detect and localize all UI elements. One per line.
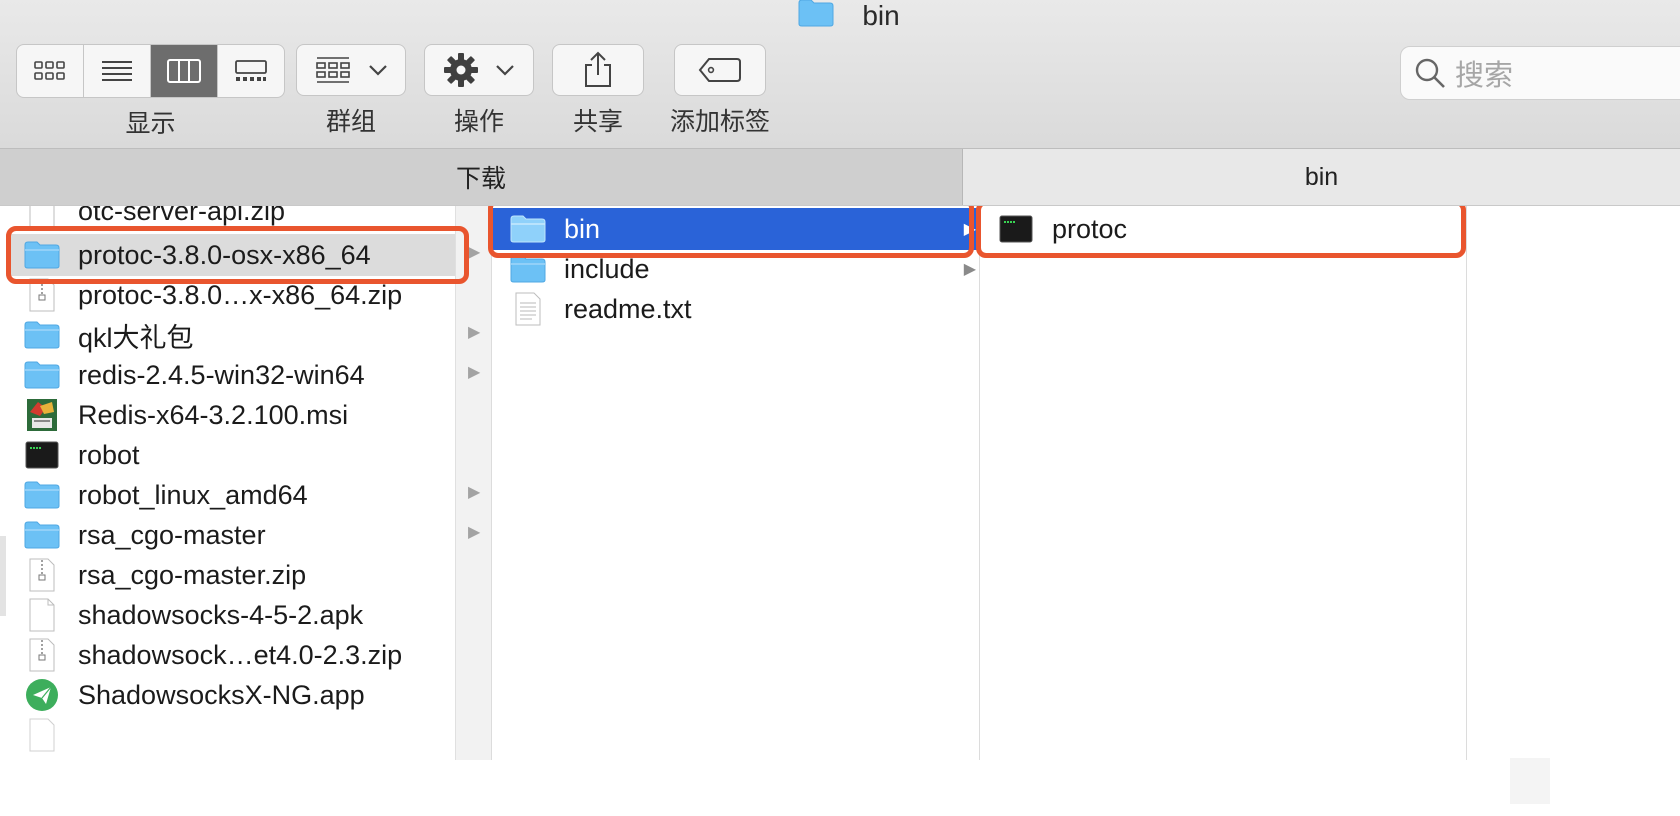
view-mode-segmented-control[interactable] [16, 44, 285, 98]
file-name: rsa_cgo-master.zip [78, 559, 307, 590]
finder-toolbar: bin 显示 群组 操作 共享 添加标签 搜索 [0, 0, 1680, 148]
list-view-button[interactable] [84, 45, 151, 97]
bin-column-header[interactable]: bin [963, 149, 1680, 205]
search-placeholder: 搜索 [1455, 60, 1514, 92]
file-name: otc-server-api.zip [78, 206, 286, 226]
add-tag-button[interactable] [674, 44, 766, 96]
icon-view-icon [34, 61, 65, 80]
list-item[interactable]: robot [6, 434, 455, 476]
text-file-icon [508, 292, 548, 326]
list-item[interactable]: rsa_cgo-master.zip [6, 554, 455, 596]
list-item-partial[interactable] [6, 714, 455, 756]
scrollbar-thumb[interactable] [0, 536, 6, 616]
list-item[interactable]: redis-2.4.5-win32-win64 [6, 354, 455, 396]
file-name: robot [78, 439, 140, 470]
downloads-column-header[interactable]: 下载 [0, 149, 963, 205]
column-view-icon [167, 59, 201, 83]
background-artifact [1510, 758, 1550, 804]
file-name: redis-2.4.5-win32-win64 [78, 359, 365, 390]
msi-installer-icon [22, 398, 62, 432]
executable-icon [22, 438, 62, 472]
window-bottom-edge [0, 760, 1680, 816]
folder-icon [22, 318, 62, 352]
column-browser: otc-server-api.zip protoc-3.8.0-osx-x86_… [0, 206, 1680, 760]
document-icon [22, 718, 62, 752]
search-field[interactable]: 搜索 [1400, 46, 1680, 100]
document-icon [22, 598, 62, 632]
title-folder-icon [798, 0, 834, 34]
list-item[interactable]: qkl大礼包 [6, 314, 455, 356]
list-item[interactable]: ShadowsocksX-NG.app [6, 674, 455, 716]
highlight-outline-bin-folder [488, 206, 974, 258]
folder-icon [22, 478, 62, 512]
file-name: readme.txt [564, 293, 692, 324]
file-name: ShadowsocksX-NG.app [78, 679, 365, 710]
chevron-right-icon: ▶ [468, 524, 481, 541]
column-headers: 下载 bin [0, 148, 1680, 206]
list-item[interactable]: Redis-x64-3.2.100.msi [6, 394, 455, 436]
protoc-column[interactable]: bin ▶ include ▶ readme.txt [491, 206, 980, 760]
list-item[interactable]: robot_linux_amd64 [6, 474, 455, 516]
file-name: Redis-x64-3.2.100.msi [78, 399, 349, 430]
zip-icon [22, 206, 62, 228]
file-name: rsa_cgo-master [78, 519, 266, 550]
add-tag-label: 添加标签 [670, 108, 771, 136]
chevron-right-icon: ▶ [963, 261, 976, 278]
chevron-right-icon: ▶ [468, 484, 481, 501]
list-item[interactable]: shadowsock…et4.0-2.3.zip [6, 634, 455, 676]
paper-plane-app-icon [22, 678, 62, 712]
share-icon [585, 51, 611, 87]
tag-icon [698, 58, 741, 82]
column-resize-gutter[interactable]: ▶ ▶ ▶ ▶ ▶ [455, 206, 492, 760]
highlight-outline-protoc-folder [6, 226, 469, 284]
share-label: 共享 [572, 108, 623, 136]
list-view-icon [102, 61, 132, 81]
downloads-column[interactable]: otc-server-api.zip protoc-3.8.0-osx-x86_… [6, 206, 455, 760]
gallery-view-button[interactable] [218, 45, 284, 97]
file-name: protoc-3.8.0…x-x86_64.zip [78, 279, 403, 310]
list-item[interactable]: shadowsocks-4-5-2.apk [6, 594, 455, 636]
column-view-button[interactable] [151, 45, 218, 97]
chevron-down-icon [496, 65, 514, 76]
folder-icon [22, 358, 62, 392]
bin-column[interactable]: protoc [979, 206, 1467, 760]
file-name: include [564, 253, 650, 284]
share-button[interactable] [552, 44, 644, 96]
folder-icon [22, 518, 62, 552]
window-title-text: bin [862, 0, 900, 31]
chevron-down-icon [369, 65, 387, 76]
action-label: 操作 [453, 108, 504, 136]
file-name: shadowsocks-4-5-2.apk [78, 599, 364, 630]
group-button[interactable] [296, 44, 406, 96]
gallery-view-icon [235, 60, 267, 81]
chevron-right-icon: ▶ [468, 244, 481, 261]
action-button[interactable] [424, 44, 534, 96]
zip-icon [22, 558, 62, 592]
file-name: shadowsock…et4.0-2.3.zip [78, 639, 403, 670]
zip-icon [22, 638, 62, 672]
gear-icon [444, 53, 478, 87]
highlight-outline-protoc-executable [976, 206, 1466, 258]
list-item-readme[interactable]: readme.txt [492, 288, 980, 330]
chevron-right-icon: ▶ [468, 364, 481, 381]
window-title: bin [0, 0, 1680, 32]
file-name: robot_linux_amd64 [78, 479, 308, 510]
icon-view-button[interactable] [17, 45, 84, 97]
view-label: 显示 [125, 110, 176, 138]
group-icon [316, 57, 350, 83]
file-name: qkl大礼包 [78, 322, 194, 353]
list-item[interactable]: rsa_cgo-master [6, 514, 455, 556]
group-label: 群组 [325, 108, 376, 136]
search-icon [1415, 58, 1445, 88]
chevron-right-icon: ▶ [468, 324, 481, 341]
